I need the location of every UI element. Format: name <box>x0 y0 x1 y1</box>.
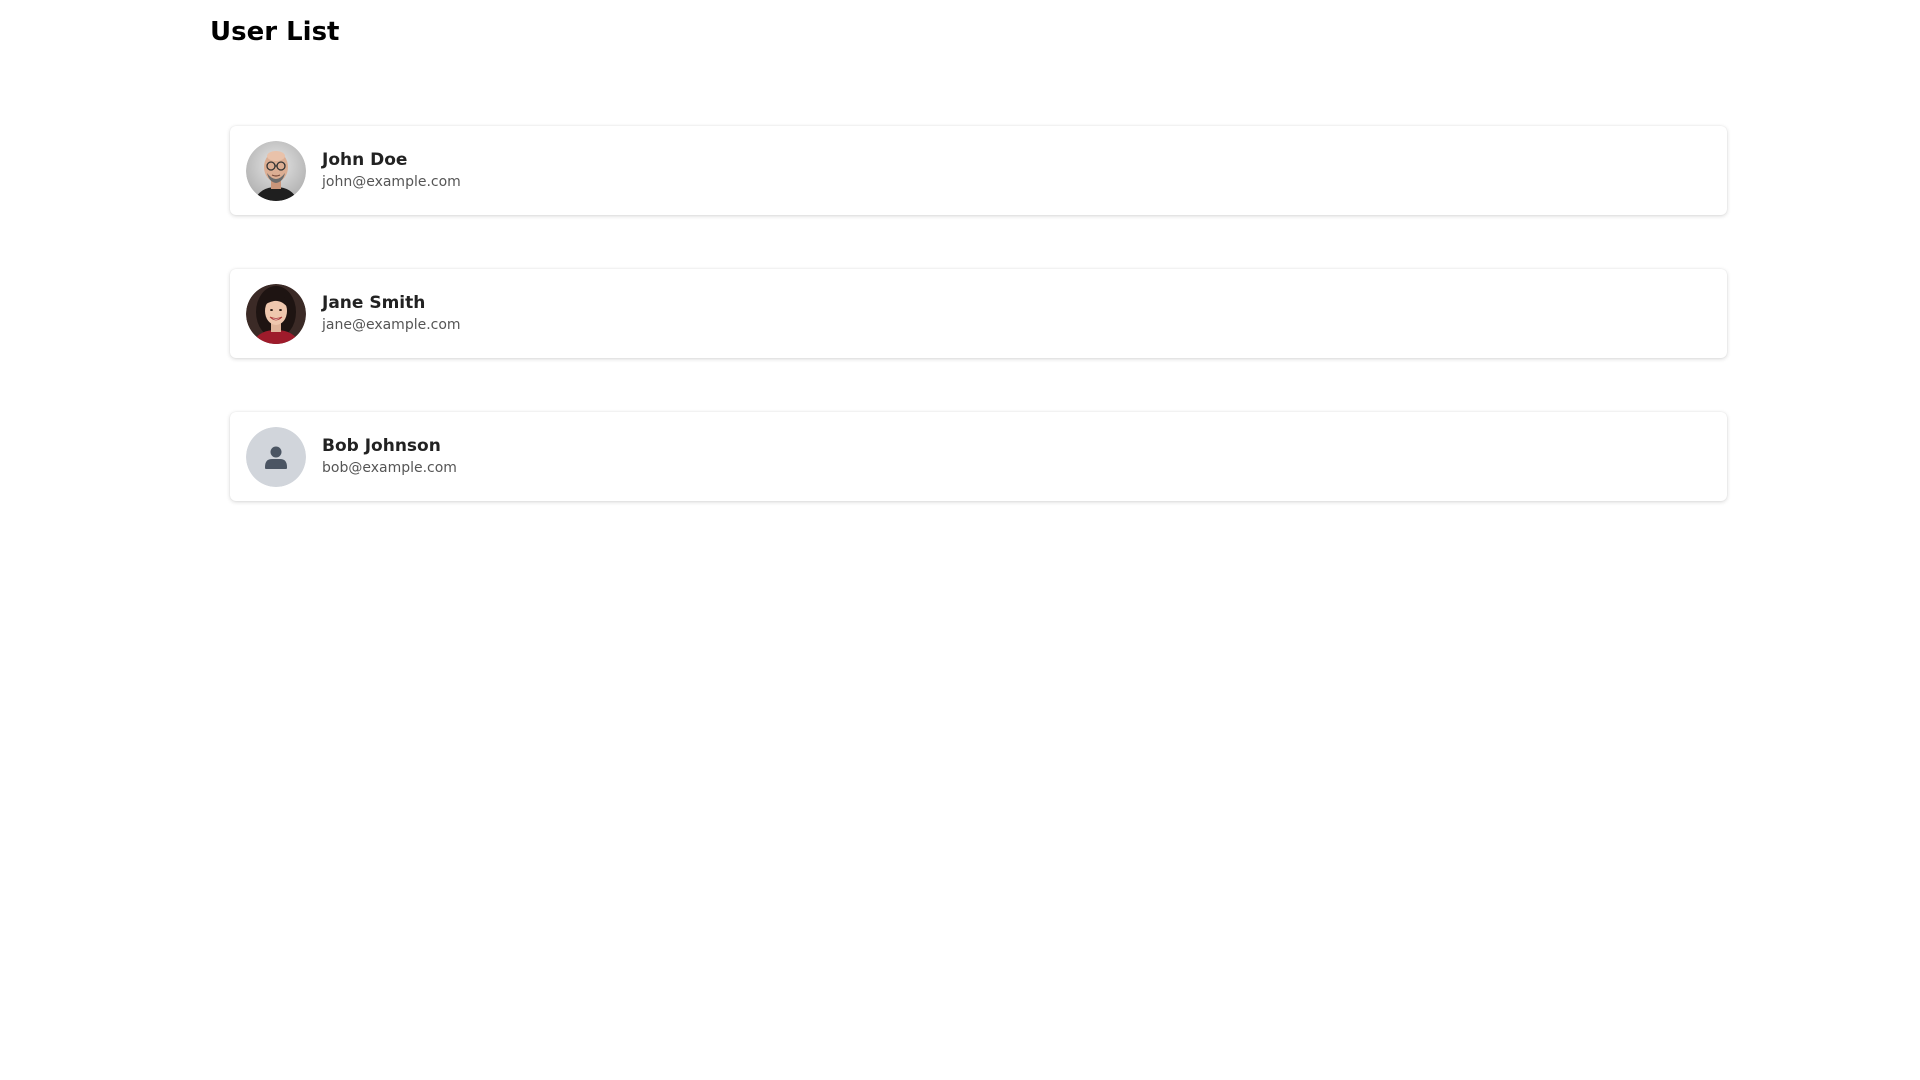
user-info: John Doe john@example.com <box>322 149 461 193</box>
avatar <box>246 283 306 344</box>
user-info: Bob Johnson bob@example.com <box>322 435 457 479</box>
user-list: John Doe john@example.com Jane Smith jan… <box>230 126 1727 555</box>
user-icon <box>246 426 306 487</box>
user-info: Jane Smith jane@example.com <box>322 292 461 336</box>
user-card-jane-smith[interactable]: Jane Smith jane@example.com <box>230 269 1727 358</box>
user-name: Bob Johnson <box>322 435 441 456</box>
user-card-bob-johnson[interactable]: Bob Johnson bob@example.com <box>230 412 1727 501</box>
user-name: Jane Smith <box>322 292 426 313</box>
user-email: john@example.com <box>322 173 461 190</box>
user-email: jane@example.com <box>322 316 461 333</box>
user-email: bob@example.com <box>322 459 457 476</box>
user-card-john-doe[interactable]: John Doe john@example.com <box>230 126 1727 215</box>
user-name: John Doe <box>322 149 408 170</box>
avatar <box>246 140 306 201</box>
page-title: User List <box>210 17 340 47</box>
